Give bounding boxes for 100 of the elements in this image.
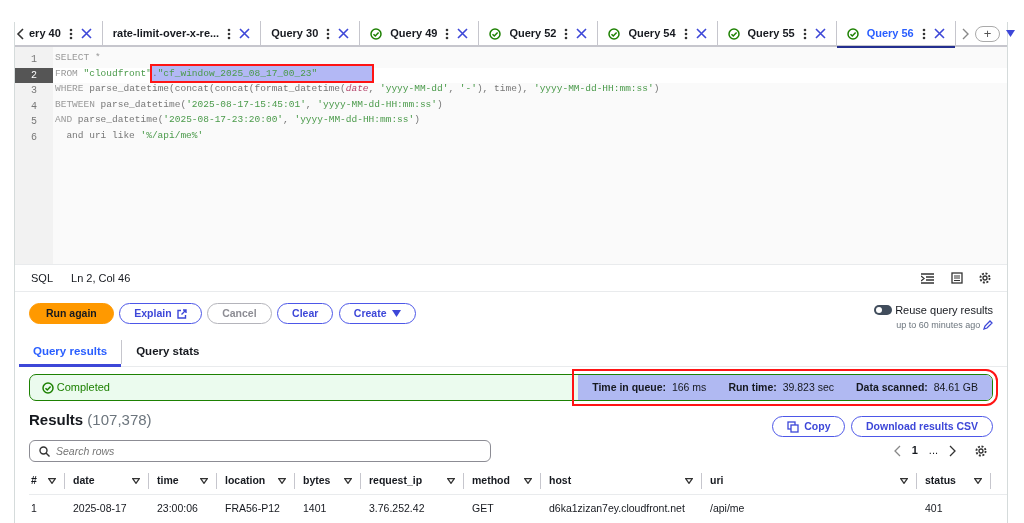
sort-icon [344,478,352,484]
settings-icon[interactable] [975,444,987,457]
query-tab[interactable]: Query 49 [360,21,480,46]
more-icon[interactable] [326,27,331,40]
more-icon[interactable] [445,27,450,40]
column-header[interactable]: # [29,473,65,489]
result-tab[interactable]: Query stats [122,340,214,364]
more-icon[interactable] [683,27,688,40]
sort-icon [524,478,532,484]
table-cell-text: 1401 [302,501,328,516]
line-number: 4 [30,99,38,114]
column-header[interactable]: method [464,473,541,489]
close-icon[interactable] [933,28,945,39]
line-number: 3 [30,84,38,98]
pencil-icon[interactable] [983,320,993,331]
indent-icon[interactable] [921,272,934,284]
sort-icon [447,478,455,484]
sort-icon [974,478,982,484]
code-line: SELECT * [54,52,102,65]
results-title: Results (107,378) [29,409,152,430]
settings-icon[interactable] [979,272,991,284]
sort-icon [200,478,208,484]
page-ellipsis: ... [928,443,938,459]
line-number: 6 [30,130,38,145]
table-cell-text: GET [471,501,495,516]
add-tab-button[interactable]: + [974,25,1001,42]
sort-icon [900,478,908,484]
cursor-position: Ln 2, Col 46 [71,270,131,286]
caret-down-icon [391,310,401,317]
chevron-right-icon[interactable] [949,444,956,457]
close-icon[interactable] [695,28,707,39]
external-link-icon [176,308,187,319]
more-icon[interactable] [802,27,807,40]
column-header[interactable]: request_ip [361,473,464,489]
query-tab[interactable]: ery 40 [27,21,103,46]
code-line: and uri like '%/api/me%' [65,129,205,143]
column-header[interactable]: host [541,473,702,489]
close-icon[interactable] [576,28,588,39]
chevron-left-icon[interactable] [15,26,27,41]
more-icon[interactable] [564,27,569,40]
query-tab[interactable]: Query 54 [598,21,718,46]
line-number: 5 [30,115,38,129]
table-cell-text: 23:00:06 [156,501,199,516]
close-icon[interactable] [338,28,350,39]
query-tab[interactable]: Query 56 [836,21,956,46]
code-line: BETWEEN parse_datetime('2025-08-17-15:45:01', 'yyyy-MM-dd-HH:mm:ss') [54,98,444,112]
toggle-label: Reuse query results [895,303,993,318]
caret-down-icon[interactable] [1005,30,1015,37]
close-icon[interactable] [239,28,251,39]
code-line: AND parse_datetime('2025-08-17-23:20:00', 'yyyy-MM-dd-HH:mm:ss') [54,114,421,127]
copy-button[interactable]: Copy [772,416,846,437]
keyboard-icon[interactable] [950,272,963,284]
close-icon[interactable] [80,28,92,39]
query-tab[interactable]: Query 52 [479,21,599,46]
table-cell-text: /api/me [709,501,746,516]
stat-text: Time in queue: 166 ms [592,379,707,395]
column-header[interactable]: status [917,473,991,489]
more-icon[interactable] [921,27,926,40]
line-number: 2 [15,67,53,83]
table-cell-text: FRA56-P12 [224,501,281,516]
column-header[interactable]: uri [702,473,917,489]
search-icon [39,445,50,457]
table-cell-text: 401 [924,501,944,516]
dropdown-button[interactable]: Create [338,303,416,324]
code-line: WHERE parse_datetime(concat(concat(format_datetime(date, 'yyyy-MM-dd', '-'), time), 'yyyy-MM-dd-HH:mm:ss') [54,83,661,96]
sort-icon [685,478,693,484]
query-tab[interactable]: rate-limit-over-x-re... [102,21,262,46]
more-icon[interactable] [227,27,232,40]
action-button[interactable]: Run again [29,303,114,324]
sort-icon [48,478,56,484]
table-cell-text: d6ka1zizan7ey.cloudfront.net [548,501,686,516]
column-header[interactable]: location [217,473,295,489]
toggle-switch[interactable] [874,305,893,316]
search-field[interactable]: Search rows [29,439,491,462]
stat-text: Data scanned: 84.61 GB [856,379,978,395]
close-icon[interactable] [457,28,469,39]
table-cell-text: 2025-08-17 [72,501,128,516]
query-tab[interactable]: Query 55 [717,21,837,46]
sort-icon [132,478,140,484]
language-label: SQL [31,270,53,286]
stat-text: Run time: 39.823 sec [728,379,834,395]
line-number: 1 [30,53,38,67]
table-cell-text: 1 [30,501,38,516]
column-header[interactable]: time [149,473,217,489]
copy-icon [787,420,800,433]
column-header[interactable]: bytes [295,473,361,489]
column-header[interactable]: date [65,473,149,489]
check-circle-icon [42,381,54,394]
hint-text: up to 60 minutes ago [896,318,981,332]
status-text: Completed [56,380,110,396]
close-icon[interactable] [814,28,826,39]
result-tab[interactable]: Query results [19,340,123,364]
page-number[interactable]: 1 [911,442,918,459]
more-icon[interactable] [68,27,73,40]
table-cell-text: 3.76.252.42 [368,501,426,516]
sort-icon [278,478,286,484]
query-tab[interactable]: Query 30 [261,21,361,46]
action-button[interactable]: Explain [119,303,202,324]
action-button[interactable]: Clear [277,303,334,324]
download-button[interactable]: Download results CSV [850,416,993,437]
